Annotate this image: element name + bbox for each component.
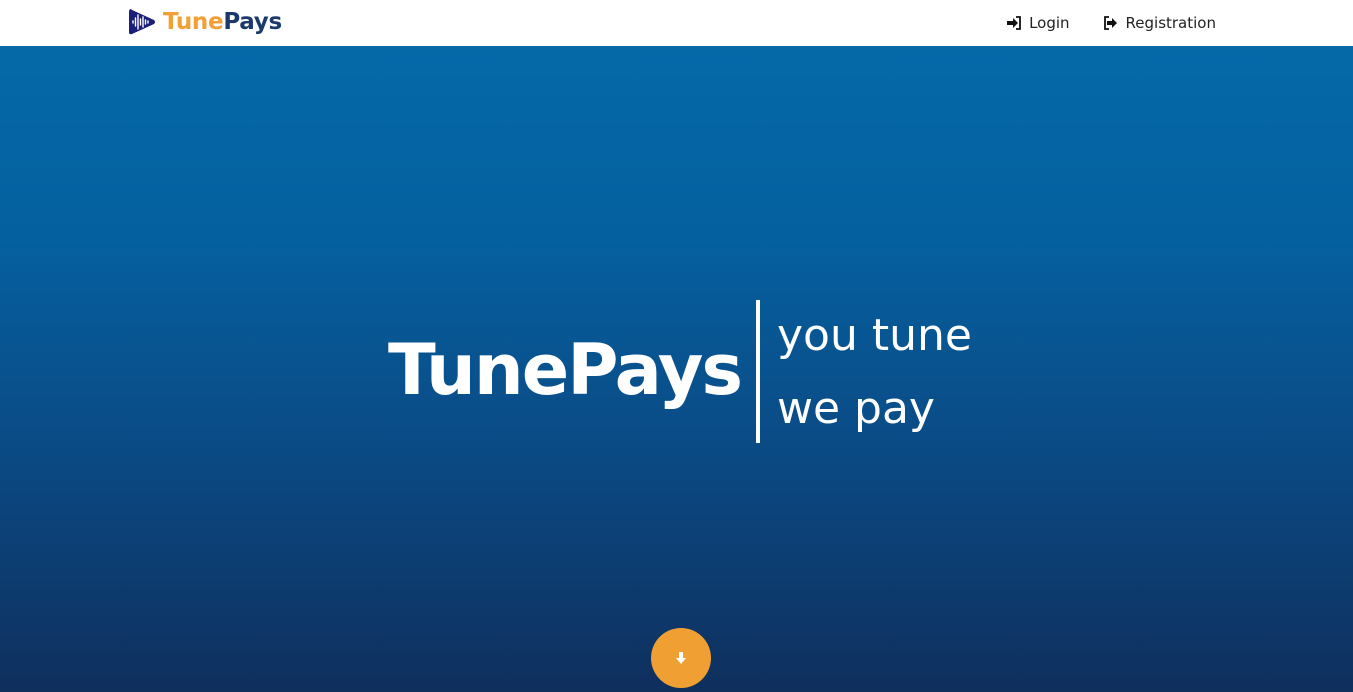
scroll-down-button[interactable] [651, 628, 711, 688]
hero-tagline-line2: we pay [777, 383, 935, 434]
sign-out-icon [1103, 16, 1117, 30]
login-link[interactable]: Login [1007, 14, 1070, 32]
registration-link[interactable]: Registration [1103, 14, 1216, 32]
play-soundwave-icon [129, 9, 155, 35]
hero-divider [756, 300, 760, 443]
hero-title: TunePays [388, 329, 743, 411]
registration-link-label: Registration [1125, 14, 1216, 32]
brand-name-tune: Tune [163, 9, 224, 35]
arrow-down-icon [676, 652, 686, 664]
hero-tagline-line1: you tune [777, 310, 972, 361]
login-link-label: Login [1029, 14, 1070, 32]
hero-section: TunePays you tune we pay [0, 46, 1353, 692]
sign-in-icon [1007, 16, 1021, 30]
brand-name: TunePays [163, 9, 282, 35]
brand-name-pays: Pays [223, 9, 282, 35]
nav-links: Login Registration [1007, 0, 1216, 46]
brand-logo-link[interactable]: TunePays [127, 5, 282, 39]
navbar: TunePays Login Registration [0, 0, 1353, 46]
